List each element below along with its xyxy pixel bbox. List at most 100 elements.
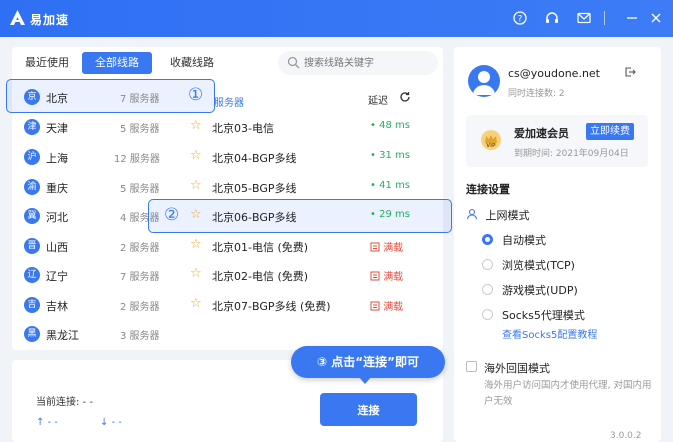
server-name: 北京01-电信 (免费) — [212, 241, 309, 254]
latency-value: • 29 ms — [370, 209, 410, 220]
network-mode-label: 上网模式 — [485, 209, 530, 222]
region-name: 吉林 — [46, 300, 68, 313]
full-load-status: 满载 — [370, 298, 403, 313]
tab-recent[interactable]: 最近使用 — [18, 52, 76, 74]
favorite-star-icon[interactable]: ☆ — [190, 207, 202, 222]
region-count: 2 服务器 — [120, 302, 160, 313]
region-count: 5 服务器 — [120, 124, 160, 135]
latency-column-header: 延迟 — [368, 96, 388, 107]
region-count: 3 服务器 — [120, 331, 160, 342]
mail-icon[interactable] — [576, 10, 592, 26]
mode-udp-radio[interactable]: 游戏模式(UDP) — [482, 281, 642, 297]
full-load-text: 满载 — [383, 302, 404, 313]
server-row[interactable]: ☆ 北京07-BGP多线 (免费) 满载 — [190, 295, 430, 315]
mode-tcp-radio[interactable]: 浏览模式(TCP) — [482, 256, 642, 272]
region-name: 山西 — [46, 241, 68, 254]
help-icon[interactable]: ? — [512, 10, 528, 26]
server-row[interactable]: ☆ 北京05-BGP多线 • 41 ms — [190, 177, 430, 197]
step3-callout: ③ 点击“连接”即可 — [291, 346, 445, 378]
headset-icon[interactable] — [544, 10, 560, 26]
region-item-shanghai[interactable]: 沪 上海 12 服务器 — [24, 147, 174, 167]
region-badge: 晋 — [24, 238, 40, 254]
server-name: 北京05-BGP多线 — [212, 182, 297, 195]
region-badge: 京 — [24, 89, 40, 105]
step1-marker: ① — [188, 85, 204, 105]
title-bar: 易加速 ? — [0, 0, 673, 37]
network-mode-title: 上网模式 — [466, 207, 530, 223]
full-load-status: 满载 — [370, 268, 403, 283]
titlebar-divider — [604, 11, 605, 25]
search-input[interactable] — [304, 55, 430, 71]
svg-text:VIP: VIP — [486, 143, 496, 149]
tab-favorites[interactable]: 收藏线路 — [158, 52, 226, 74]
region-item-heilongjiang[interactable]: 黑 黑龙江 3 服务器 — [24, 324, 174, 344]
connect-button[interactable]: 连接 — [320, 393, 417, 426]
app-window: 易加速 ? 最近使用 全部线路 收藏线路 ① — [0, 0, 673, 442]
minimize-icon[interactable] — [624, 10, 640, 26]
mode-socks5-radio[interactable]: Socks5代理模式 — [482, 306, 642, 322]
vip-expire: 到期时间: 2021年09月04日 — [514, 149, 629, 159]
region-name: 辽宁 — [46, 270, 68, 283]
region-name: 天津 — [46, 122, 68, 135]
region-badge: 渝 — [24, 179, 40, 195]
latency-value: • 48 ms — [370, 120, 410, 131]
radio-dot — [482, 234, 493, 245]
server-row[interactable]: ☆ 北京04-BGP多线 • 31 ms — [190, 147, 430, 167]
region-item-chongqing[interactable]: 渝 重庆 5 服务器 — [24, 177, 174, 197]
refresh-icon[interactable] — [399, 91, 411, 106]
region-name: 上海 — [46, 152, 68, 165]
region-item-beijing[interactable]: 京 北京 7 服务器 — [24, 87, 174, 107]
full-load-icon — [370, 301, 380, 311]
region-badge: 津 — [24, 119, 40, 135]
region-item-tianjin[interactable]: 津 天津 5 服务器 — [24, 117, 174, 137]
server-column-header: 服务器 — [214, 98, 244, 109]
vip-card: VIP 爱加速会员 立即续费 到期时间: 2021年09月04日 — [466, 115, 648, 167]
connection-settings-title: 连接设置 — [466, 183, 510, 196]
favorite-star-icon[interactable]: ☆ — [190, 266, 202, 281]
socks5-tutorial-link[interactable]: 查看Socks5配置教程 — [502, 326, 597, 341]
region-item-shanxi[interactable]: 晋 山西 2 服务器 — [24, 236, 174, 256]
favorite-star-icon[interactable]: ☆ — [190, 178, 202, 193]
region-name: 重庆 — [46, 182, 68, 195]
radio-label: Socks5代理模式 — [502, 309, 585, 322]
favorite-star-icon[interactable]: ☆ — [190, 148, 202, 163]
radio-label: 游戏模式(UDP) — [502, 284, 578, 297]
favorite-star-icon[interactable]: ☆ — [190, 118, 202, 133]
server-name: 北京03-电信 — [212, 122, 274, 135]
renew-button[interactable]: 立即续费 — [586, 123, 634, 140]
region-badge: 冀 — [24, 208, 40, 224]
region-item-jilin[interactable]: 吉 吉林 2 服务器 — [24, 295, 174, 315]
step3-callout-tail — [358, 376, 372, 384]
server-name: 北京04-BGP多线 — [212, 152, 297, 165]
server-row[interactable]: ☆ 北京01-电信 (免费) 满载 — [190, 236, 430, 256]
latency-value: • 31 ms — [370, 150, 410, 161]
latency-value: • 41 ms — [370, 180, 410, 191]
tab-all-lines[interactable]: 全部线路 — [82, 52, 152, 74]
region-item-liaoning[interactable]: 辽 辽宁 7 服务器 — [24, 265, 174, 285]
current-connection-label: 当前连接: - - — [36, 397, 93, 408]
close-icon[interactable] — [648, 10, 664, 26]
version-label: 3.0.0.2 — [610, 431, 642, 441]
region-count: 2 服务器 — [120, 243, 160, 254]
favorite-star-icon[interactable]: ☆ — [190, 296, 202, 311]
radio-dot — [482, 284, 493, 295]
radio-dot — [482, 309, 493, 320]
overseas-mode-checkbox[interactable] — [466, 361, 477, 372]
radio-label: 自动模式 — [502, 234, 546, 247]
mode-auto-radio[interactable]: 自动模式 — [482, 231, 642, 247]
search-icon — [287, 56, 300, 69]
favorite-star-icon[interactable]: ☆ — [190, 237, 202, 252]
avatar[interactable] — [468, 65, 500, 97]
server-list-panel: 最近使用 全部线路 收藏线路 ① 京 北京 7 服务器 津 天津 5 服务器 沪… — [6, 47, 452, 350]
server-row[interactable]: ☆ 北京03-电信 • 48 ms — [190, 117, 430, 137]
logout-icon[interactable] — [624, 66, 636, 81]
server-name: 北京02-电信 (免费) — [212, 270, 309, 283]
server-row-selected[interactable]: ☆ 北京06-BGP多线 • 29 ms — [190, 206, 430, 226]
overseas-mode-description: 海外用户访问国内才使用代理, 对国内用户无效 — [484, 380, 652, 407]
server-row[interactable]: ☆ 北京02-电信 (免费) 满载 — [190, 265, 430, 285]
region-name: 河北 — [46, 211, 68, 224]
app-logo-icon — [10, 10, 25, 25]
server-name: 北京06-BGP多线 — [212, 211, 297, 224]
radio-label: 浏览模式(TCP) — [502, 259, 575, 272]
simultaneous-connections: 同时连接数: 2 — [508, 89, 565, 99]
